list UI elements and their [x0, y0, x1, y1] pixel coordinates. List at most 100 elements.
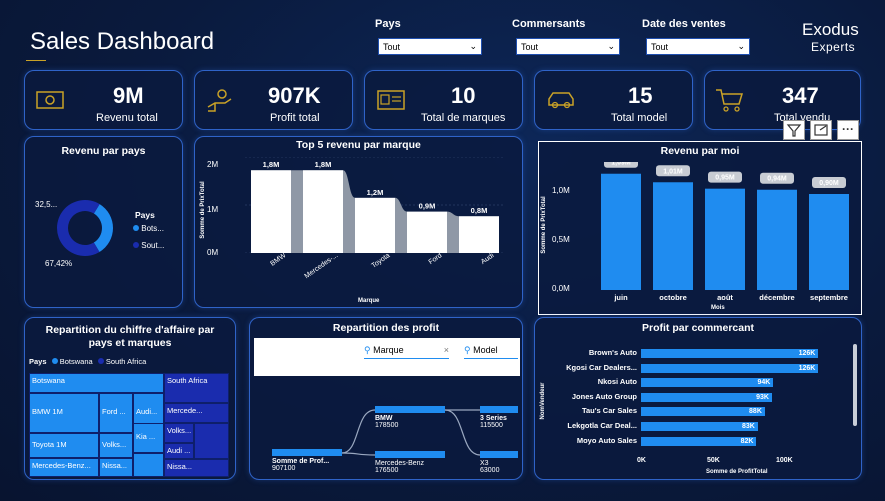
bar[interactable] [809, 194, 849, 290]
treemap[interactable]: Botswana South Africa BMW 1M Ford ... Au… [29, 373, 229, 477]
bar[interactable] [251, 170, 291, 253]
donut-slice[interactable] [57, 200, 100, 256]
data-label: 0,9M [419, 202, 436, 211]
focus-mode-icon[interactable] [810, 120, 832, 140]
node-bar [375, 406, 445, 413]
x-tick: BMW [269, 252, 288, 268]
legend-title: Pays [29, 357, 47, 366]
decomp-node-bmw[interactable]: BMW 178500 [375, 406, 445, 429]
node-value: 176500 [375, 467, 399, 474]
treemap-cell[interactable]: Toyota 1M [29, 433, 99, 458]
ribbon [395, 197, 407, 253]
filter-label-commersants: Commersants [512, 18, 586, 30]
brand-subtitle: Experts [811, 40, 856, 54]
data-label: 0,8M [471, 206, 488, 215]
treemap-cell[interactable]: Mercede... [164, 403, 229, 423]
data-label: 94K [757, 379, 771, 387]
legend-item-south-africa[interactable]: Sout... [133, 241, 164, 250]
treemap-group-south-africa[interactable]: South Africa [164, 373, 229, 403]
treemap-group-botswana[interactable]: Botswana [29, 373, 164, 393]
monthly-bars[interactable]: 1,09M 1,01M 0,95M 0,94M 0,90M [595, 162, 855, 290]
data-label: 0,95M [715, 175, 735, 182]
bar[interactable]: 83K [641, 422, 758, 431]
bar[interactable] [303, 170, 343, 253]
x-tick: août [717, 293, 733, 302]
treemap-cell[interactable]: Ford ... [99, 393, 133, 433]
kpi-label: Revenu total [96, 112, 158, 124]
donut-slice[interactable] [93, 204, 113, 252]
more-options-icon[interactable]: ··· [837, 120, 859, 140]
date-dropdown[interactable]: Tout ⌄ [646, 38, 750, 55]
decomp-node-mercedes[interactable]: Mercedes-Benz 176500 [375, 451, 445, 474]
treemap-cell[interactable]: Volks... [99, 433, 133, 458]
treemap-cell[interactable]: Nissa... [164, 459, 229, 477]
bar-category-label: Brown's Auto [588, 348, 637, 357]
treemap-cell[interactable] [194, 423, 229, 459]
x-axis-labels: BMW Mercedes-... Toyota Ford Audi [245, 252, 505, 287]
commersants-dropdown[interactable]: Tout ⌄ [516, 38, 620, 55]
filter-icon[interactable] [783, 120, 805, 140]
treemap-cell[interactable] [133, 453, 164, 477]
legend-item-south-africa[interactable]: South Africa [106, 357, 146, 366]
node-value: 907100 [272, 465, 296, 472]
bar-category-label: Lekgotla Car Deal... [567, 421, 637, 430]
bar[interactable] [705, 188, 745, 290]
legend-item-botswana[interactable]: Bots... [133, 224, 164, 233]
bar-category-label: Nkosi Auto [597, 377, 637, 387]
bar[interactable]: 94K [641, 378, 774, 388]
treemap-legend: Pays Botswana South Africa [29, 357, 146, 366]
chevron-down-icon: ⌄ [607, 41, 615, 51]
date-dropdown-value: Tout [651, 42, 669, 52]
x-axis-label: Marque [358, 298, 380, 304]
chart-title: Revenu par moi [660, 145, 740, 157]
treemap-cell[interactable]: Audi ... [164, 443, 194, 459]
treemap-cell[interactable]: Nissa... [99, 458, 133, 477]
profit-by-merchant-card: Profit par commercant NomVendeur Brown's… [534, 317, 862, 480]
legend-item-botswana[interactable]: Botswana [60, 357, 93, 366]
scrollbar[interactable] [853, 344, 857, 426]
bar[interactable]: 126K [641, 349, 819, 358]
treemap-cell[interactable]: Volks... [164, 423, 194, 443]
x-axis-label: Somme de ProfitTotal [706, 469, 768, 475]
kpi-value: 347 [782, 83, 819, 108]
kpi-card-models: 15 Total model [534, 70, 693, 130]
bar[interactable] [459, 216, 499, 253]
commersants-dropdown-value: Tout [521, 42, 539, 52]
node-bar [375, 451, 445, 458]
chart-title-line1: Repartition du chiffre d'affaire par [45, 324, 215, 336]
profit-bars[interactable]: Brown's Auto 126K Kgosi Car Dealers... 126K… [535, 318, 863, 481]
x-tick: Mercedes-... [303, 252, 340, 281]
data-label: 82K [740, 437, 754, 445]
bar[interactable] [355, 197, 395, 253]
top5-bars[interactable]: 1,8M 1,8M 1,2M 0,9M 0,8M [245, 157, 505, 253]
bar[interactable] [757, 189, 797, 290]
treemap-cell[interactable]: Kia ... [133, 423, 164, 453]
decomp-node-3series[interactable]: 3 Series 115500 [480, 406, 518, 429]
bar[interactable] [601, 173, 641, 290]
bar-category-label: Tau's Car Sales [581, 406, 637, 416]
treemap-cell[interactable]: BMW 1M [29, 393, 99, 433]
data-label: 1,2M [367, 188, 384, 197]
bar[interactable] [653, 182, 693, 290]
revenue-by-month-card: Revenu par moi Somme de PrixTotal 1,0M 0… [538, 141, 862, 315]
bar-category-label: Jones Auto Group [571, 391, 637, 401]
pays-dropdown-value: Tout [383, 42, 401, 52]
chart-title: Top 5 revenu par marque [296, 139, 421, 151]
y-tick: 0M [207, 248, 219, 257]
x-axis-labels: juin octobre août décembre septembre [595, 293, 855, 305]
decomp-node-x3[interactable]: X3 63000 [480, 451, 518, 474]
x-tick: Toyota [370, 252, 392, 270]
revenue-by-country-card: Revenu par pays 32,5... 67,42% Pays Bots… [24, 136, 183, 308]
bar[interactable] [407, 211, 447, 253]
bar[interactable]: 126K [641, 363, 819, 373]
treemap-cell[interactable]: Mercedes-Benz... [29, 458, 99, 477]
bar[interactable]: 88K [641, 407, 765, 417]
donut-chart[interactable] [50, 193, 120, 263]
bar[interactable]: 82K [641, 436, 757, 446]
chart-title: Revenu par pays [61, 145, 146, 157]
bar[interactable]: 93K [641, 392, 772, 402]
decomp-node-root[interactable]: Somme de Prof... 907100 [272, 449, 342, 472]
pays-dropdown[interactable]: Tout ⌄ [378, 38, 482, 55]
data-label: 0,94M [767, 176, 787, 183]
bar-category-label: Kgosi Car Dealers... [566, 362, 637, 372]
